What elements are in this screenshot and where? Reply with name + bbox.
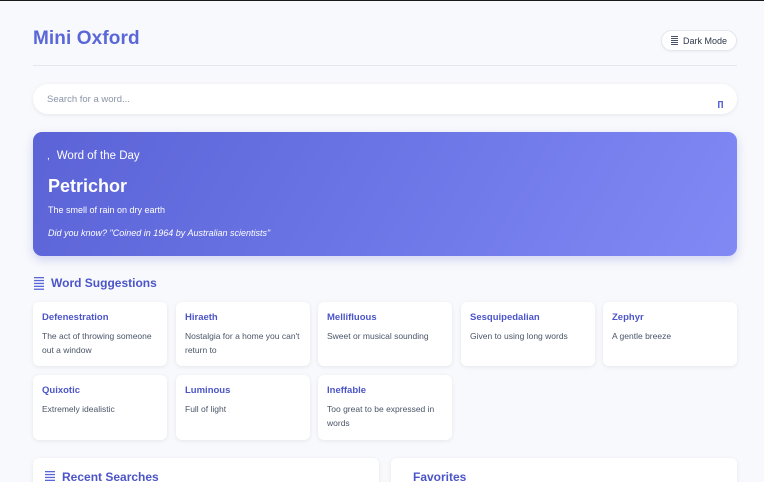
suggestion-card[interactable]: Hiraeth Nostalgia for a home you can't r…: [176, 302, 310, 366]
suggestion-card[interactable]: Luminous Full of light: [176, 375, 310, 440]
theme-icon: [670, 36, 678, 45]
suggestion-card[interactable]: Ineffable Too great to be expressed in w…: [318, 375, 452, 440]
search-bar: [33, 84, 737, 114]
suggestion-word: Luminous: [185, 385, 231, 396]
suggestion-definition: A gentle breeze: [612, 331, 672, 341]
suggestion-definition: Full of light: [185, 404, 227, 414]
header: Mini Oxford Dark Mode: [33, 24, 737, 56]
suggestion-word: Sesquipedalian: [470, 312, 540, 323]
list-icon: [34, 276, 44, 290]
suggestion-card[interactable]: Zephyr A gentle breeze: [603, 302, 737, 366]
suggestion-card[interactable]: Quixotic Extremely idealistic: [33, 375, 167, 440]
word-of-the-day-card[interactable]: , Word of the Day Petrichor The smell of…: [33, 132, 737, 256]
suggestion-definition: Given to using long words: [470, 331, 568, 341]
header-divider: [33, 65, 737, 66]
recent-searches-heading: Recent Searches: [45, 470, 159, 482]
suggestions-heading: Word Suggestions: [34, 276, 157, 290]
suggestion-card[interactable]: Sesquipedalian Given to using long words: [461, 302, 595, 366]
search-icon[interactable]: [718, 95, 723, 108]
word-of-the-day-word: Petrichor: [48, 176, 128, 196]
word-of-the-day-label: Word of the Day: [56, 150, 140, 162]
suggestion-definition: Too great to be expressed in words: [327, 404, 435, 428]
app-title: Mini Oxford: [33, 28, 140, 49]
sparkle-icon: ,: [47, 151, 50, 162]
favorites-title: Favorites: [413, 470, 467, 482]
suggestion-word: Mellifluous: [327, 312, 377, 323]
recent-searches-title: Recent Searches: [62, 470, 159, 482]
dark-mode-button[interactable]: Dark Mode: [660, 30, 737, 51]
favorites-heading: Favorites: [413, 470, 466, 482]
suggestion-card[interactable]: Defenestration The act of throwing someo…: [33, 302, 167, 366]
search-input[interactable]: [47, 84, 687, 114]
favorites-panel: Favorites: [391, 458, 737, 482]
suggestion-word: Defenestration: [42, 312, 109, 323]
suggestion-word: Hiraeth: [185, 312, 218, 323]
suggestion-definition: Extremely idealistic: [42, 404, 115, 414]
suggestion-word: Zephyr: [612, 312, 644, 323]
suggestions-title: Word Suggestions: [51, 276, 157, 290]
list-icon: [45, 470, 55, 482]
suggestion-word: Ineffable: [327, 385, 367, 396]
window-top-border: [0, 0, 764, 1]
word-of-the-day-fact: Did you know? "Coined in 1964 by Austral…: [48, 228, 271, 238]
word-of-the-day-definition: The smell of rain on dry earth: [48, 205, 166, 215]
suggestion-word: Quixotic: [42, 385, 81, 396]
dark-mode-label: Dark Mode: [682, 35, 727, 46]
word-of-the-day-heading: , Word of the Day: [47, 150, 140, 162]
suggestion-definition: Sweet or musical sounding: [327, 331, 429, 341]
suggestion-definition: The act of throwing someone out a window: [42, 331, 152, 355]
suggestion-card[interactable]: Mellifluous Sweet or musical sounding: [318, 302, 452, 366]
recent-searches-panel: Recent Searches: [33, 458, 379, 482]
suggestion-definition: Nostalgia for a home you can't return to: [185, 331, 300, 355]
